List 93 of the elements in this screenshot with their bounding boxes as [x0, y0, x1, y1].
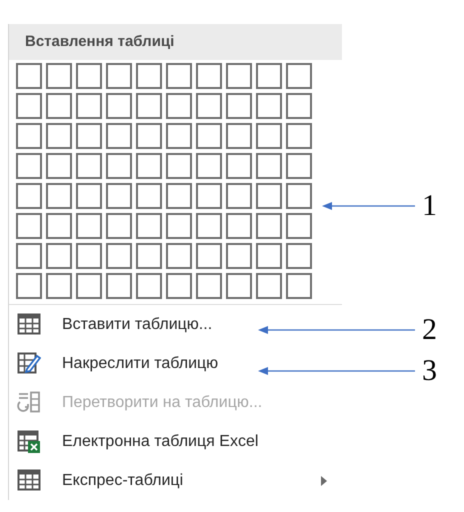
- grid-cell[interactable]: [226, 93, 252, 119]
- grid-cell[interactable]: [256, 123, 282, 149]
- grid-cell[interactable]: [286, 183, 312, 209]
- grid-cell[interactable]: [106, 183, 132, 209]
- grid-cell[interactable]: [196, 123, 222, 149]
- grid-cell[interactable]: [256, 273, 282, 299]
- grid-cell[interactable]: [226, 153, 252, 179]
- grid-cell[interactable]: [76, 273, 102, 299]
- grid-cell[interactable]: [16, 123, 42, 149]
- grid-cell[interactable]: [166, 93, 192, 119]
- grid-cell[interactable]: [46, 93, 72, 119]
- grid-cell[interactable]: [106, 93, 132, 119]
- grid-cell[interactable]: [166, 183, 192, 209]
- grid-cell[interactable]: [166, 123, 192, 149]
- grid-cell[interactable]: [166, 153, 192, 179]
- grid-cell[interactable]: [46, 153, 72, 179]
- grid-cell[interactable]: [106, 153, 132, 179]
- grid-cell[interactable]: [16, 63, 42, 89]
- grid-cell[interactable]: [256, 243, 282, 269]
- grid-cell[interactable]: [166, 273, 192, 299]
- grid-cell[interactable]: [46, 273, 72, 299]
- grid-cell[interactable]: [106, 243, 132, 269]
- grid-cell[interactable]: [16, 153, 42, 179]
- grid-cell[interactable]: [226, 123, 252, 149]
- grid-cell[interactable]: [136, 213, 162, 239]
- grid-cell[interactable]: [196, 213, 222, 239]
- grid-cell[interactable]: [226, 183, 252, 209]
- grid-cell[interactable]: [106, 213, 132, 239]
- grid-cell[interactable]: [106, 123, 132, 149]
- grid-cell[interactable]: [226, 63, 252, 89]
- grid-cell[interactable]: [46, 123, 72, 149]
- grid-cell[interactable]: [256, 153, 282, 179]
- grid-cell[interactable]: [16, 183, 42, 209]
- grid-cell[interactable]: [196, 153, 222, 179]
- callout-number: 1: [422, 191, 437, 221]
- grid-cell[interactable]: [226, 243, 252, 269]
- grid-cell[interactable]: [226, 213, 252, 239]
- grid-cell[interactable]: [256, 93, 282, 119]
- grid-cell[interactable]: [136, 273, 162, 299]
- grid-cell[interactable]: [256, 213, 282, 239]
- grid-cell[interactable]: [46, 63, 72, 89]
- spreadsheet-icon: [17, 430, 41, 454]
- grid-cell[interactable]: [256, 183, 282, 209]
- grid-cell[interactable]: [136, 63, 162, 89]
- grid-cell[interactable]: [76, 213, 102, 239]
- menu-item[interactable]: Електронна таблиця Excel: [62, 430, 258, 454]
- table-pencil-icon: [17, 352, 41, 376]
- grid-cell[interactable]: [166, 63, 192, 89]
- grid-cell[interactable]: [76, 93, 102, 119]
- grid-cell[interactable]: [136, 123, 162, 149]
- menu-item[interactable]: Накреслити таблицю: [62, 352, 218, 376]
- menu-item[interactable]: Вставити таблицю...: [62, 312, 212, 336]
- grid-cell[interactable]: [76, 63, 102, 89]
- grid-cell[interactable]: [286, 153, 312, 179]
- grid-cell[interactable]: [196, 273, 222, 299]
- grid-cell[interactable]: [166, 213, 192, 239]
- grid-cell[interactable]: [106, 63, 132, 89]
- grid-cell[interactable]: [196, 183, 222, 209]
- grid-cell[interactable]: [16, 93, 42, 119]
- menu-item[interactable]: Експрес-таблиці: [62, 468, 184, 492]
- grid-cell[interactable]: [136, 183, 162, 209]
- grid-cell[interactable]: [16, 213, 42, 239]
- grid-cell[interactable]: [196, 93, 222, 119]
- grid-cell[interactable]: [286, 243, 312, 269]
- grid-cell[interactable]: [106, 273, 132, 299]
- convert-table-icon: [17, 390, 41, 414]
- grid-cell[interactable]: [286, 273, 312, 299]
- grid-cell[interactable]: [286, 93, 312, 119]
- grid-cell[interactable]: [46, 243, 72, 269]
- grid-cell[interactable]: [196, 63, 222, 89]
- grid-cell[interactable]: [286, 123, 312, 149]
- table-icon: [17, 312, 41, 336]
- grid-cell[interactable]: [136, 243, 162, 269]
- grid-cell[interactable]: [16, 273, 42, 299]
- grid-cell[interactable]: [76, 183, 102, 209]
- grid-cell[interactable]: [256, 63, 282, 89]
- grid-cell[interactable]: [46, 183, 72, 209]
- grid-cell[interactable]: [166, 243, 192, 269]
- grid-cell[interactable]: [16, 243, 42, 269]
- grid-cell[interactable]: [76, 153, 102, 179]
- grid-cell[interactable]: [286, 63, 312, 89]
- grid-cell[interactable]: [286, 213, 312, 239]
- callout-number: 3: [422, 356, 437, 386]
- grid-cell[interactable]: [136, 93, 162, 119]
- grid-cell[interactable]: [76, 243, 102, 269]
- table-icon: [17, 468, 41, 492]
- callout-number: 2: [422, 315, 437, 345]
- grid-cell[interactable]: [196, 243, 222, 269]
- grid-cell[interactable]: [46, 213, 72, 239]
- grid-cell[interactable]: [76, 123, 102, 149]
- menu-header: Вставлення таблиці: [9, 24, 342, 60]
- grid-cell[interactable]: [226, 273, 252, 299]
- grid-cell[interactable]: [136, 153, 162, 179]
